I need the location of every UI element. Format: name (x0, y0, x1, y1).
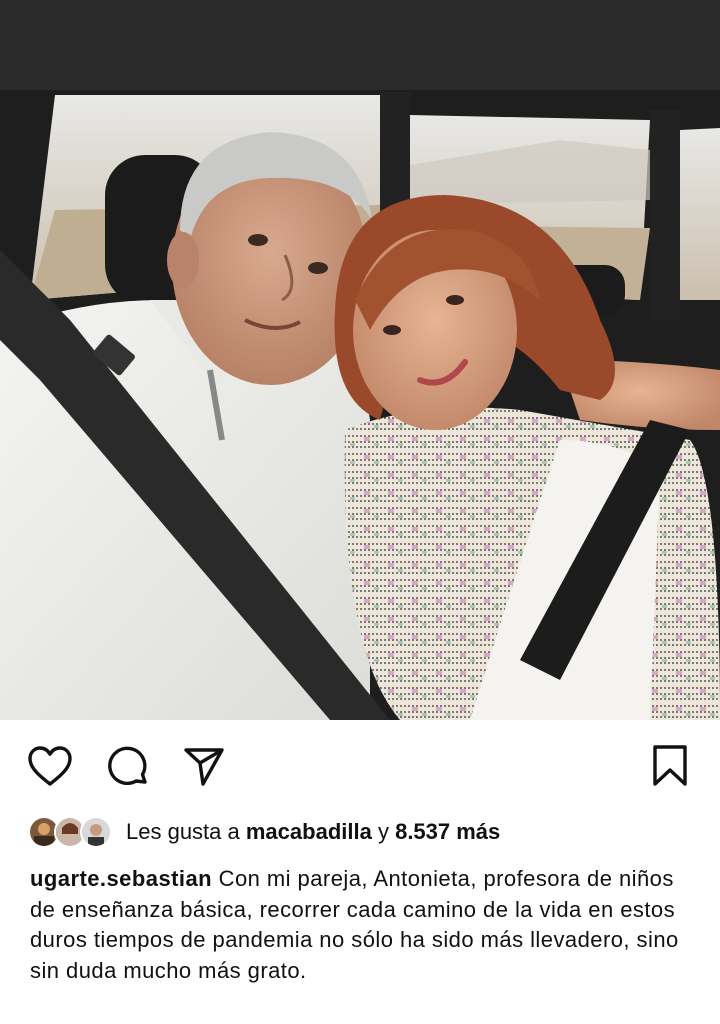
likes-summary: Les gusta a macabadilla y 8.537 más (126, 814, 500, 850)
share-icon (184, 748, 224, 786)
likes-connector: y (377, 819, 389, 844)
share-button[interactable] (180, 742, 228, 790)
post-caption: ugarte.sebastian Con mi pareja, Antoniet… (30, 864, 700, 986)
liker-avatars (28, 814, 114, 850)
avatar[interactable] (80, 816, 112, 848)
save-button[interactable] (646, 742, 694, 790)
post-photo[interactable] (0, 0, 720, 720)
like-button[interactable] (26, 742, 74, 790)
likes-row: Les gusta a macabadilla y 8.537 más (28, 812, 500, 852)
bookmark-icon (653, 745, 687, 786)
likes-count-link[interactable]: 8.537 más (395, 819, 500, 844)
heart-icon (28, 746, 72, 786)
comment-button[interactable] (104, 742, 152, 790)
comment-icon (108, 746, 147, 785)
photo-illustration (0, 0, 720, 720)
caption-username-link[interactable]: ugarte.sebastian (30, 866, 212, 891)
post-actions-bar (0, 720, 720, 812)
likes-prefix: Les gusta a (126, 819, 240, 844)
liker-username-link[interactable]: macabadilla (246, 819, 372, 844)
